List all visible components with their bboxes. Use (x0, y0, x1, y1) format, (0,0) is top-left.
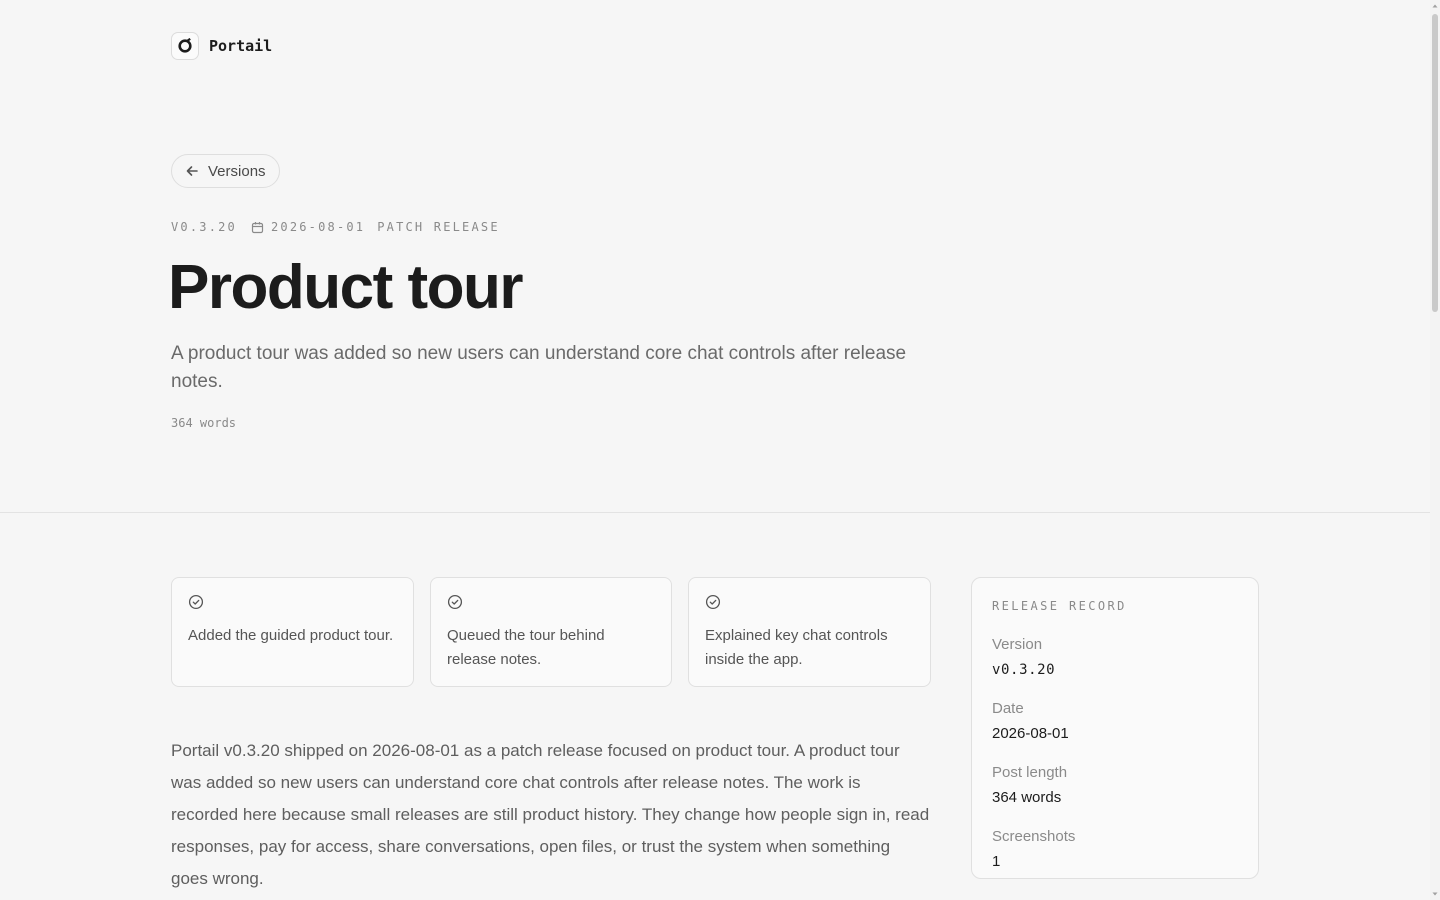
check-circle-icon (705, 594, 721, 610)
section-divider (0, 512, 1430, 513)
brand-name[interactable]: Portail (209, 37, 272, 55)
highlight-card: Queued the tour behind release notes. (430, 577, 672, 687)
vertical-scrollbar[interactable] (1430, 0, 1440, 900)
highlight-text: Explained key chat controls inside the a… (705, 627, 888, 668)
record-item-date: Date 2026-08-01 (992, 699, 1238, 744)
record-value: 2026-08-01 (992, 725, 1069, 742)
portail-logo-icon[interactable] (171, 32, 199, 60)
site-header: Portail (171, 32, 272, 60)
check-circle-icon (447, 594, 463, 610)
meta-version: V0.3.20 (171, 220, 237, 234)
back-to-versions-button[interactable]: Versions (171, 154, 280, 188)
meta-date: 2026-08-01 (270, 220, 366, 234)
record-label: Date (992, 700, 1024, 717)
record-label: Screenshots (992, 828, 1076, 845)
highlight-card: Explained key chat controls inside the a… (688, 577, 931, 687)
record-value: 364 words (992, 789, 1062, 806)
release-record-panel: RELEASE RECORD Version v0.3.20 Date 2026… (971, 577, 1259, 879)
scrollbar-thumb[interactable] (1432, 14, 1438, 312)
scroll-down-icon[interactable] (1432, 891, 1438, 897)
page-title: Product tour (168, 253, 523, 322)
record-label: Version (992, 636, 1043, 653)
highlight-text: Added the guided product tour. (188, 627, 394, 644)
back-label: Versions (208, 162, 266, 180)
highlight-text: Queued the tour behind release notes. (447, 627, 605, 668)
check-circle-icon (188, 594, 204, 610)
meta-release-kind: PATCH RELEASE (377, 220, 500, 234)
calendar-icon (251, 221, 264, 233)
release-meta: V0.3.20 2026-08-01 PATCH RELEASE (171, 220, 500, 234)
record-label: Post length (992, 764, 1068, 781)
record-value: v0.3.20 (992, 662, 1056, 678)
page-subtitle: A product tour was added so new users ca… (171, 343, 907, 392)
record-item-screenshots: Screenshots 1 (992, 827, 1238, 872)
scroll-up-icon[interactable] (1432, 3, 1438, 9)
post-body: Portail v0.3.20 shipped on 2026-08-01 as… (171, 741, 930, 888)
record-item-version: Version v0.3.20 (992, 635, 1238, 680)
arrow-left-icon (186, 166, 198, 176)
record-item-post-length: Post length 364 words (992, 763, 1238, 808)
record-value: 1 (992, 853, 1001, 870)
highlight-card: Added the guided product tour. (171, 577, 414, 687)
highlights-list: Added the guided product tour. Queued th… (171, 577, 931, 687)
word-count: 364 words (171, 416, 237, 430)
release-record-title: RELEASE RECORD (992, 599, 1127, 613)
